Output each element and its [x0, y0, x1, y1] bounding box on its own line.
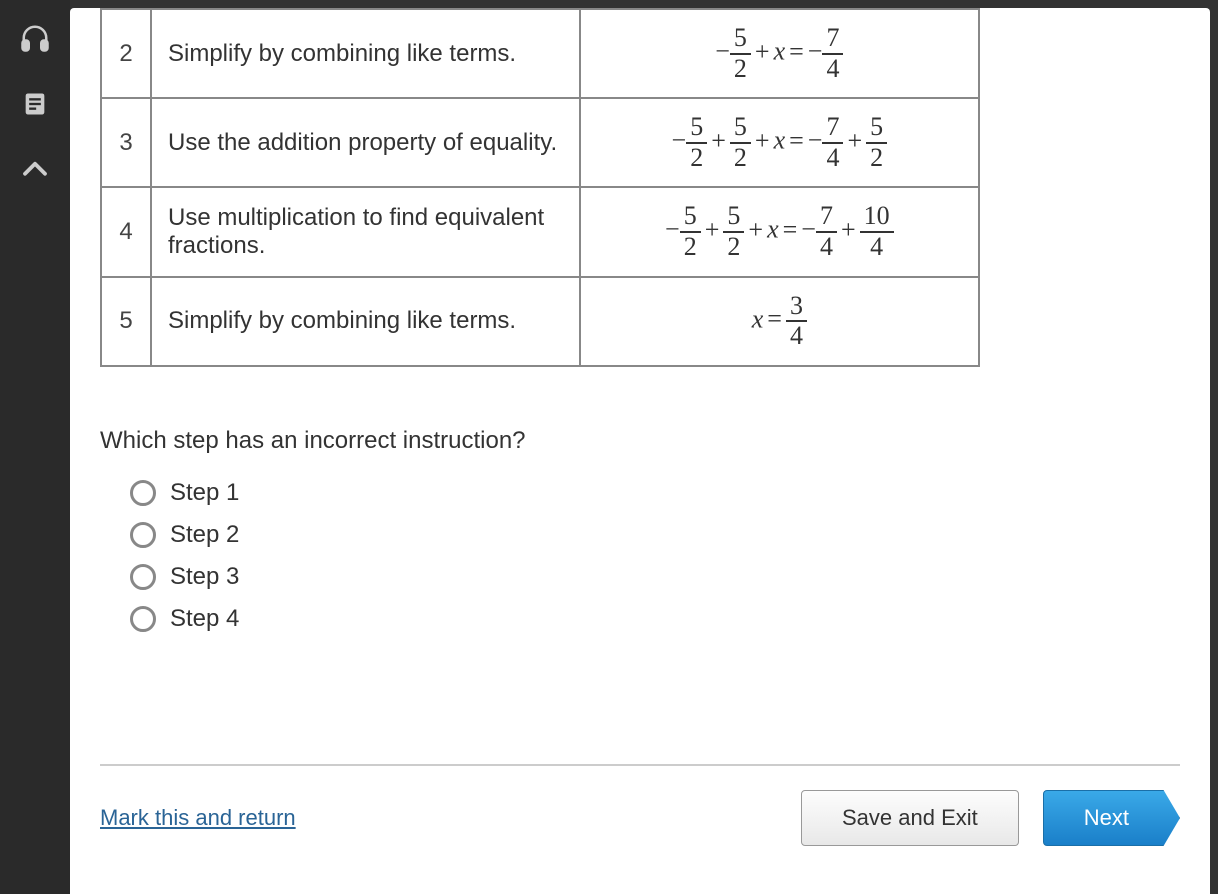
step-equation: x=34	[580, 277, 979, 366]
mark-and-return-link[interactable]: Mark this and return	[100, 805, 296, 831]
sidebar	[0, 0, 70, 894]
step-description: Simplify by combining like terms.	[151, 9, 580, 98]
next-button[interactable]: Next	[1043, 790, 1180, 846]
table-row: 5 Simplify by combining like terms. x=34	[101, 277, 979, 366]
radio-icon	[130, 564, 156, 590]
step-description: Use multiplication to find equivalent fr…	[151, 187, 580, 276]
step-equation: −52+x=−74	[580, 9, 979, 98]
option-step-2[interactable]: Step 2	[130, 521, 1180, 549]
option-step-1[interactable]: Step 1	[130, 479, 1180, 507]
option-label: Step 1	[170, 479, 239, 507]
step-equation: −52+52+x=−74+52	[580, 98, 979, 187]
options-group: Step 1 Step 2 Step 3 Step 4	[130, 479, 1180, 647]
step-number: 2	[101, 9, 151, 98]
option-label: Step 4	[170, 605, 239, 633]
table-row: 3 Use the addition property of equality.…	[101, 98, 979, 187]
save-and-exit-button[interactable]: Save and Exit	[801, 790, 1019, 846]
step-number: 4	[101, 187, 151, 276]
question-text: Which step has an incorrect instruction?	[100, 427, 1180, 455]
radio-icon	[130, 480, 156, 506]
steps-table: 2 Simplify by combining like terms. −52+…	[100, 8, 980, 367]
content-wrap: 2 Simplify by combining like terms. −52+…	[70, 0, 1218, 894]
table-row: 2 Simplify by combining like terms. −52+…	[101, 9, 979, 98]
headphones-icon[interactable]	[17, 20, 53, 56]
up-arrow-icon[interactable]	[17, 152, 53, 188]
content: 2 Simplify by combining like terms. −52+…	[70, 8, 1210, 894]
notepad-icon[interactable]	[17, 86, 53, 122]
option-step-3[interactable]: Step 3	[130, 563, 1180, 591]
radio-icon	[130, 606, 156, 632]
step-description: Use the addition property of equality.	[151, 98, 580, 187]
step-equation: −52+52+x=−74+104	[580, 187, 979, 276]
radio-icon	[130, 522, 156, 548]
footer: Mark this and return Save and Exit Next	[100, 764, 1180, 874]
option-label: Step 2	[170, 521, 239, 549]
step-number: 5	[101, 277, 151, 366]
option-step-4[interactable]: Step 4	[130, 605, 1180, 633]
step-number: 3	[101, 98, 151, 187]
table-row: 4 Use multiplication to find equivalent …	[101, 187, 979, 276]
step-description: Simplify by combining like terms.	[151, 277, 580, 366]
option-label: Step 3	[170, 563, 239, 591]
